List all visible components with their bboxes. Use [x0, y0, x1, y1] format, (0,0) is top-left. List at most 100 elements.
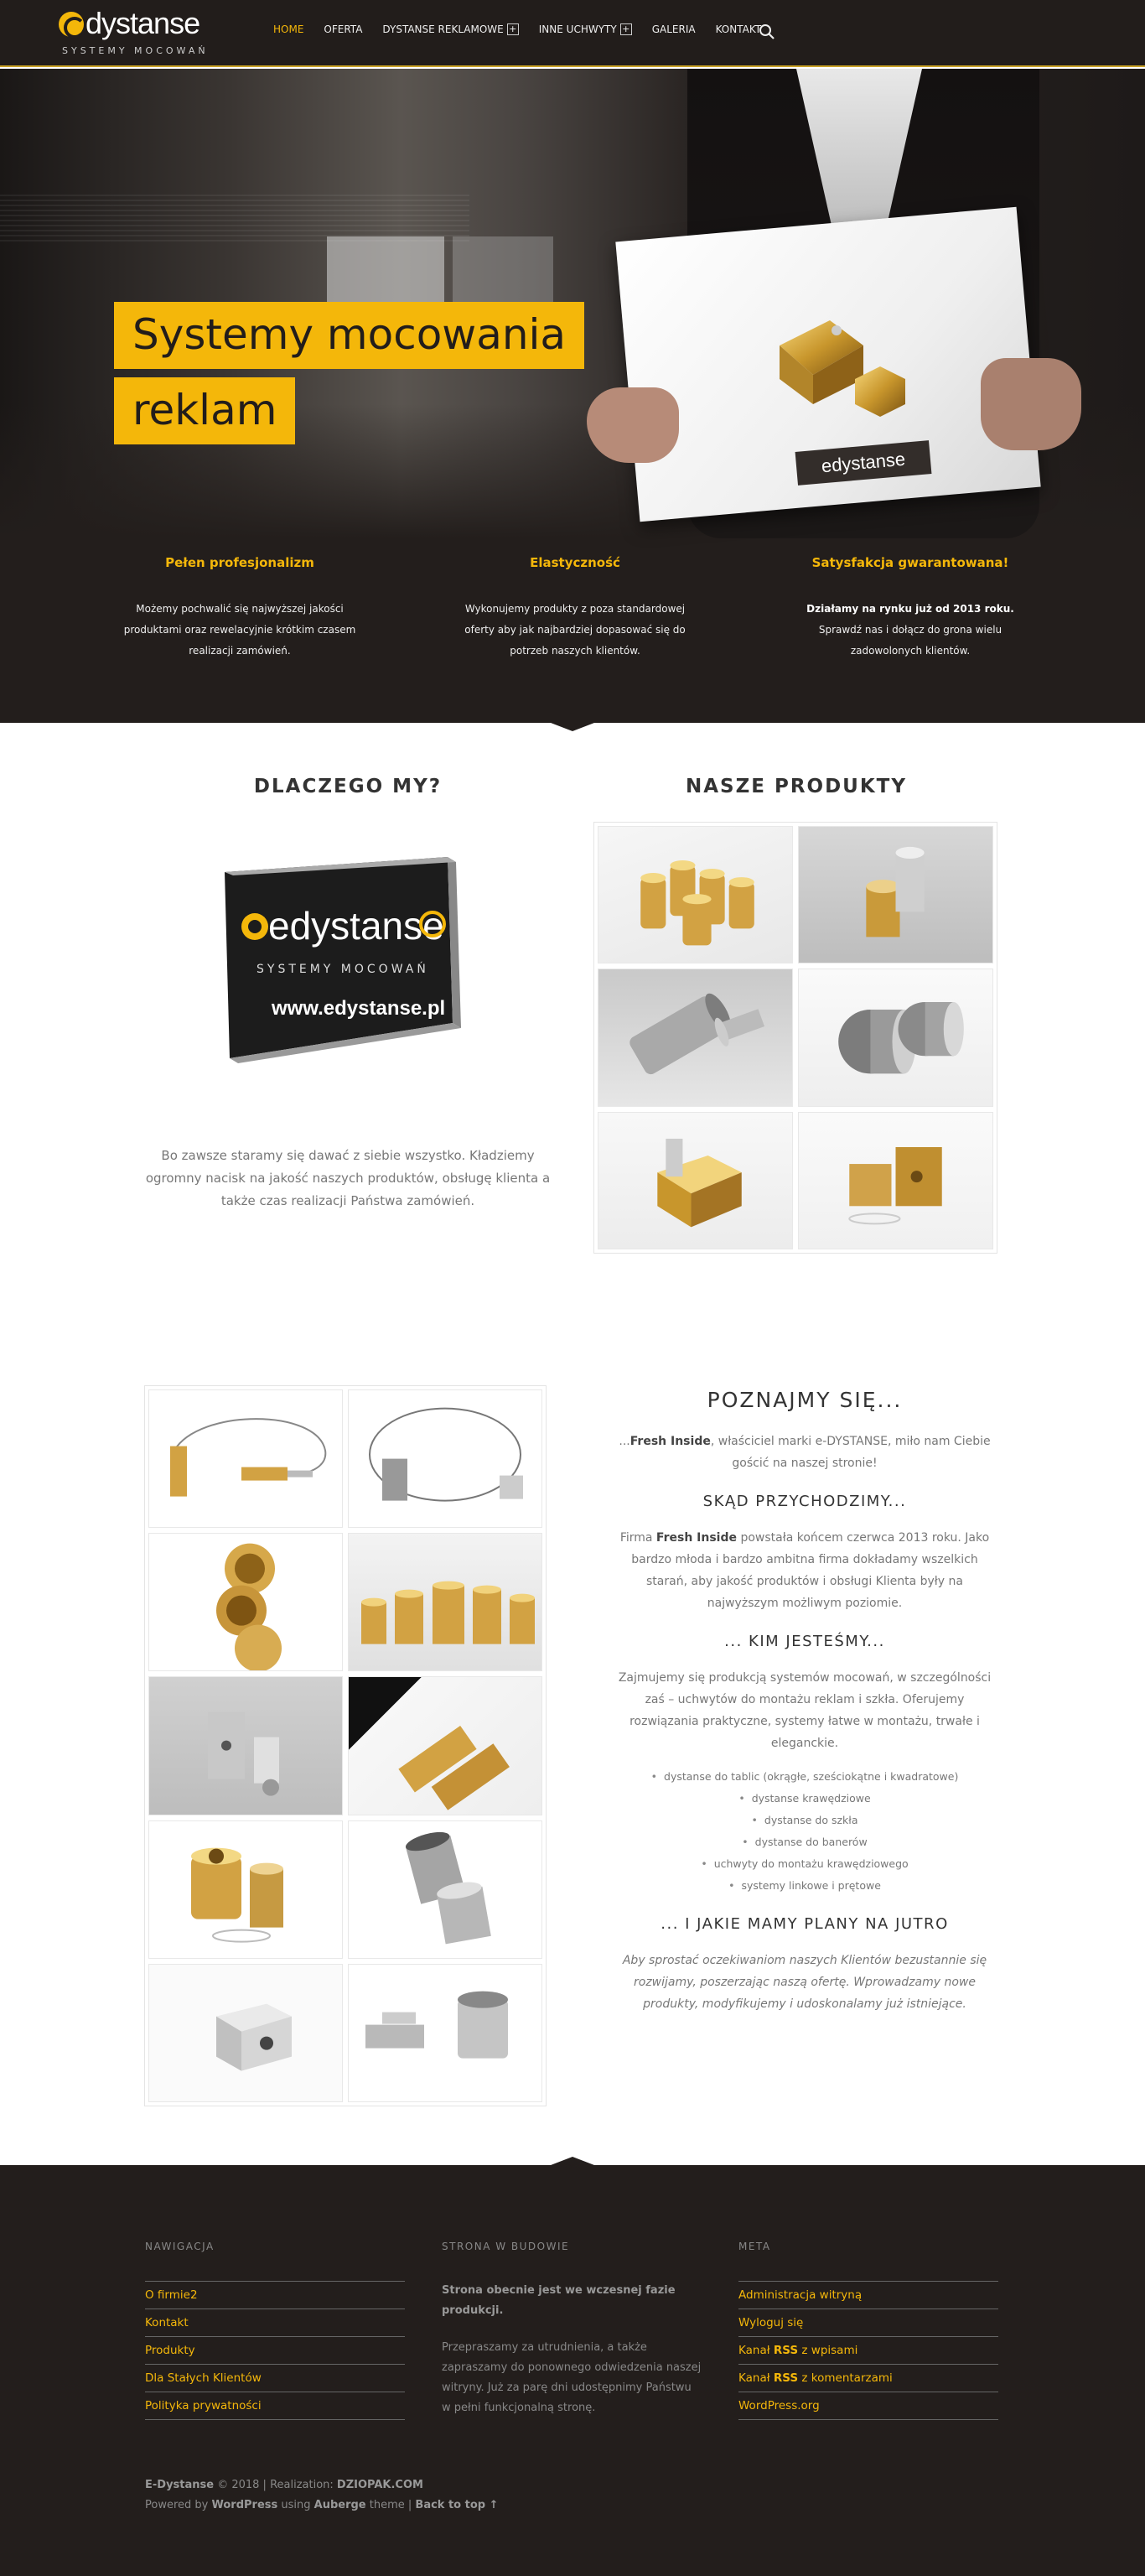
origin-heading: SKĄD PRZYCHODZIMY...	[702, 1493, 907, 1510]
meta-rss-comments-link[interactable]: Kanał RSS z komentarzami	[738, 2365, 998, 2392]
nav-inne-label: INNE UCHWYTY	[538, 23, 617, 35]
product-tile[interactable]	[598, 969, 793, 1107]
expand-icon[interactable]: +	[506, 23, 519, 35]
product-tile[interactable]	[798, 969, 993, 1107]
feature-text: Działamy na rynku już od 2013 roku. Spraw…	[785, 599, 1036, 662]
copyright-mid: © 2018 | Realization:	[214, 2479, 337, 2491]
footer-link[interactable]: Produkty	[145, 2337, 405, 2365]
footer-build-column: STRONA W BUDOWIE Strona obecnie jest we …	[442, 2241, 702, 2418]
section-divider-notch	[551, 723, 594, 731]
who-text: Zajmujemy się produkcją systemów mocowań…	[618, 1671, 992, 1750]
theme-link[interactable]: Auberge	[314, 2499, 366, 2511]
copyright-line-1: E-Dystanse © 2018 | Realization: DZIOPAK…	[145, 2475, 499, 2496]
hero-hand-right	[981, 358, 1081, 450]
hero-title-line-1: Systemy mocowania	[114, 302, 585, 369]
nav-kontakt[interactable]: KONTAKT	[716, 23, 762, 35]
footer-build-bold: Strona obecnie jest we wczesnej fazie pr…	[442, 2281, 702, 2321]
gallery-tile[interactable]	[148, 1389, 343, 1529]
plans-heading: ... I JAKIE MAMY PLANY NA JUTRO	[661, 1915, 949, 1933]
origin-bold: Fresh Inside	[655, 1531, 737, 1545]
meta-rss-posts-link[interactable]: Kanał RSS z wpisami	[738, 2337, 998, 2365]
rss-label-c: z wpisami	[798, 2344, 858, 2357]
gallery-tile[interactable]	[148, 1676, 343, 1815]
nav-inne-uchwyty[interactable]: INNE UCHWYTY +	[539, 23, 632, 35]
silver-spacer-parts-image	[629, 994, 765, 1075]
feature-item: Satysfakcja gwarantowana! Działamy na ry…	[785, 555, 1036, 662]
feature-item: Elastyczność Wykonujemy produkty z poza …	[449, 555, 701, 662]
product-tile[interactable]	[598, 826, 793, 964]
about-section: POZNAJMY SIĘ... ...Fresh Inside, właścic…	[612, 1388, 997, 2015]
gallery-tile[interactable]	[348, 1533, 542, 1672]
product-tile[interactable]	[598, 1111, 793, 1249]
gold-block-spacer-image	[657, 1138, 742, 1228]
nav-dystanse-reklamowe[interactable]: DYSTANSE REKLAMOWE +	[382, 23, 519, 35]
footer-link[interactable]: Polityka prywatności	[145, 2392, 405, 2420]
copyright-line-2: Powered by WordPress using Auberge theme…	[145, 2496, 499, 2516]
about-heading: POZNAJMY SIĘ...	[707, 1388, 903, 1412]
list-item: systemy linkowe i prętowe	[612, 1875, 997, 1897]
origin-pre: Firma	[619, 1531, 656, 1545]
meta-admin-link[interactable]: Administracja witryną	[738, 2282, 998, 2309]
site-logo[interactable]: dystanse SYSTEMY MOCOWAŃ	[59, 7, 226, 57]
gallery-tile[interactable]	[148, 1533, 343, 1672]
gallery-tile[interactable]	[148, 1820, 343, 1959]
gold-silver-spacer-image	[866, 846, 925, 937]
nav-oferta[interactable]: OFERTA	[324, 23, 362, 35]
steel-edge-holders-image	[365, 1991, 508, 2059]
site-footer: NAWIGACJA O firmie2 Kontakt Produkty Dla…	[0, 2165, 1145, 2576]
footer-meta-title: META	[738, 2241, 771, 2252]
nav-kontakt-label: KONTAKT	[715, 23, 762, 35]
gallery-tile[interactable]	[148, 1963, 343, 2102]
list-item: dystanse do szkła	[612, 1810, 997, 1831]
list-item: dystanse do banerów	[612, 1831, 997, 1853]
nav-home[interactable]: HOME	[273, 23, 303, 35]
nav-dystanse-label: DYSTANSE REKLAMOWE	[382, 23, 504, 35]
feature-title: Elastyczność	[530, 555, 620, 570]
footer-link[interactable]: O firmie2	[145, 2282, 405, 2309]
product-tile[interactable]	[798, 1111, 993, 1249]
footer-link[interactable]: Dla Stałych Klientów	[145, 2365, 405, 2392]
gallery-tile[interactable]	[348, 1389, 542, 1529]
rss2-label-c: z komentarzami	[798, 2371, 893, 2385]
logo-tagline: SYSTEMY MOCOWAŃ	[62, 45, 209, 56]
gallery-grid	[144, 1385, 547, 2106]
silver-spacer-set-image	[208, 1711, 279, 1796]
sign-url-text: www.edystanse.pl	[271, 997, 445, 1020]
footer-build-bold-text: Strona obecnie jest we wczesnej fazie pr…	[442, 2284, 676, 2317]
wordpress-link[interactable]: WordPress	[211, 2499, 277, 2511]
steel-cable-image	[369, 1407, 523, 1502]
expand-icon[interactable]: +	[619, 23, 632, 35]
list-item: dystanse do tablic (okrągłe, sześciokątn…	[612, 1766, 997, 1788]
logo-text: dystanse	[85, 6, 200, 40]
search-icon[interactable]	[759, 23, 775, 40]
gallery-tile[interactable]	[348, 1676, 542, 1815]
rss-label-a: Kanał	[738, 2344, 774, 2357]
footer-link[interactable]: Kontakt	[145, 2309, 405, 2337]
sign-tagline-text: SYSTEMY MOCOWAŃ	[256, 961, 429, 976]
hero-product-image	[780, 320, 905, 417]
hero-hand-left	[587, 387, 679, 463]
gold-spacer-row-image	[361, 1581, 535, 1644]
plans-text: Aby sprostać oczekiwaniom naszych Klient…	[622, 1954, 987, 2011]
main-nav: HOME OFERTA DYSTANSE REKLAMOWE + INNE UCH…	[273, 23, 761, 35]
about-intro: ...Fresh Inside, właściciel marki e-DYST…	[612, 1431, 997, 1474]
footer-nav-column: NAWIGACJA O firmie2 Kontakt Produkty Dla…	[145, 2241, 405, 2420]
powered-by-label: Powered by	[145, 2499, 212, 2511]
meta-logout-link[interactable]: Wyloguj się	[738, 2309, 998, 2337]
gallery-tile[interactable]	[348, 1963, 542, 2102]
list-item: dystanse krawędziowe	[612, 1788, 997, 1810]
copyright-brand[interactable]: E-Dystanse	[145, 2479, 214, 2491]
product-tile[interactable]	[798, 826, 993, 964]
feature-text: Możemy pochwalić się najwyższej jakości …	[123, 603, 356, 657]
gallery-tile[interactable]	[348, 1820, 542, 1959]
origin-text: Firma Fresh Inside powstała końcem czerw…	[612, 1527, 997, 1614]
about-intro-bold: Fresh Inside	[629, 1435, 711, 1448]
list-item: uchwyty do montażu krawędziowego	[612, 1853, 997, 1875]
back-to-top-link[interactable]: Back to top ↑	[415, 2499, 498, 2511]
copyright-realization-link[interactable]: DZIOPAK.COM	[337, 2479, 423, 2491]
nav-galeria[interactable]: GALERIA	[652, 23, 696, 35]
product-list: dystanse do tablic (okrągłe, sześciokątn…	[612, 1766, 997, 1897]
meta-wordpress-link[interactable]: WordPress.org	[738, 2392, 998, 2420]
feature-title: Satysfakcja gwarantowana!	[811, 555, 1009, 570]
cable-gold-fittings-image	[170, 1418, 327, 1497]
